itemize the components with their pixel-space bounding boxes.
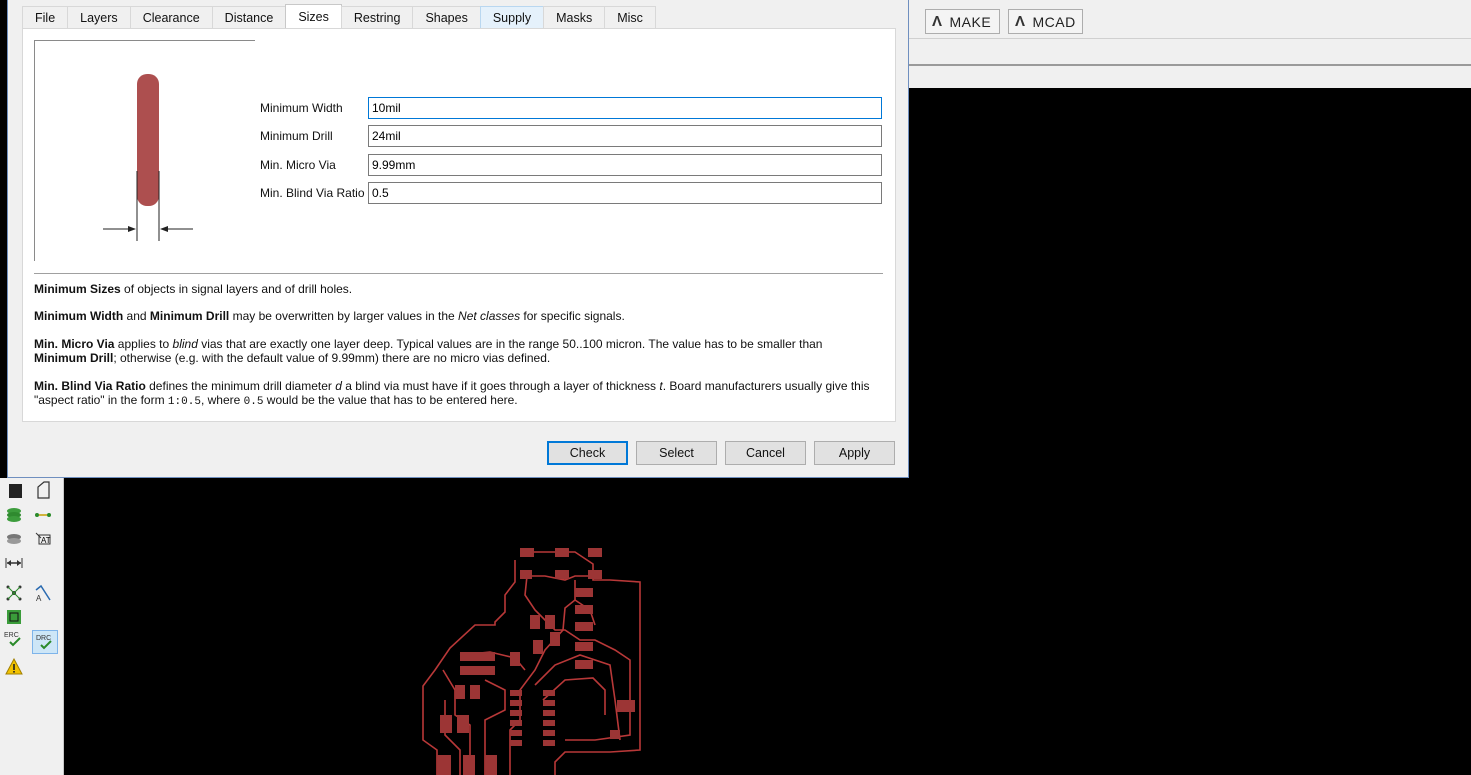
tab-supply[interactable]: Supply [479,6,545,28]
tab-layers[interactable]: Layers [67,6,131,28]
mcad-label: MCAD [1032,13,1076,30]
min-width-row: Minimum Width [260,97,882,119]
check-button[interactable]: Check [547,441,628,465]
pcb-traces [422,551,641,775]
min-blind-via-ratio-row: Min. Blind Via Ratio [260,182,882,204]
drc-dialog: File Layers Clearance Distance Sizes Res… [7,0,909,478]
dimension-arrow-icon[interactable] [5,554,23,572]
warning-icon[interactable] [5,658,23,676]
min-width-label: Minimum Width [260,101,343,115]
erc-label: ERC [4,632,19,639]
app-toolbar: Λ MAKE Λ MCAD [908,0,1471,88]
tab-file[interactable]: File [22,6,69,28]
autodesk-logo-icon: Λ [932,13,943,30]
help-paragraph-4: Min. Blind Via Ratio defines the minimum… [34,379,870,408]
toolbar-divider [908,38,1471,39]
min-drill-label: Minimum Drill [260,129,333,143]
min-blind-via-ratio-input[interactable] [368,182,882,204]
trace-width-illustration [103,74,193,241]
ratsnest-icon[interactable] [5,584,23,602]
sizes-panel: Minimum Width Minimum Drill Min. Micro V… [22,28,896,422]
pcb-pads [437,548,635,775]
polygon-icon[interactable] [34,481,52,499]
tab-sizes[interactable]: Sizes [285,4,342,28]
erc-check-icon[interactable]: ERC [3,630,25,648]
text-edit-icon[interactable]: AT [34,530,52,548]
min-micro-via-input[interactable] [368,154,882,176]
apply-button[interactable]: Apply [814,441,895,465]
airwire-icon[interactable] [34,506,52,524]
tab-misc[interactable]: Misc [604,6,656,28]
min-drill-input[interactable] [368,125,882,147]
tab-clearance[interactable]: Clearance [129,6,213,28]
disk-stack-icon[interactable] [5,530,23,548]
sizes-preview [34,40,255,261]
autodesk-logo-icon: Λ [1015,13,1026,30]
tab-distance[interactable]: Distance [211,6,287,28]
make-button[interactable]: Λ MAKE [925,9,1000,34]
tab-restring[interactable]: Restring [340,6,414,28]
tab-bar: File Layers Clearance Distance Sizes Res… [22,4,656,28]
min-width-input[interactable] [368,97,882,119]
min-micro-via-row: Min. Micro Via [260,154,882,176]
drc-label: DRC [36,635,51,642]
cancel-button[interactable]: Cancel [725,441,806,465]
min-micro-via-label: Min. Micro Via [260,158,336,172]
select-button[interactable]: Select [636,441,717,465]
svg-text:A: A [36,594,42,602]
layers-stack-icon[interactable] [5,506,23,524]
help-paragraph-2: Minimum Width and Minimum Drill may be o… [34,309,625,323]
autorouter-icon[interactable]: A [34,584,52,602]
toolbar-divider [908,64,1471,66]
help-paragraph-1: Minimum Sizes of objects in signal layer… [34,282,353,296]
command-toolbar: AT A ERC DRC [0,478,64,775]
make-label: MAKE [949,13,992,30]
filled-rect-icon[interactable] [6,482,24,500]
tab-masks[interactable]: Masks [543,6,606,28]
drc-check-icon[interactable]: DRC [32,630,58,654]
svg-text:AT: AT [41,536,51,545]
panel-divider [34,273,883,274]
tab-shapes[interactable]: Shapes [412,6,481,28]
min-blind-via-ratio-label: Min. Blind Via Ratio [260,186,365,200]
pcb-board-view[interactable] [415,540,655,775]
min-drill-row: Minimum Drill [260,125,882,147]
mcad-button[interactable]: Λ MCAD [1008,9,1083,34]
board-outline-icon[interactable] [5,608,23,626]
help-paragraph-3: Min. Micro Via applies to blind vias tha… [34,337,823,365]
